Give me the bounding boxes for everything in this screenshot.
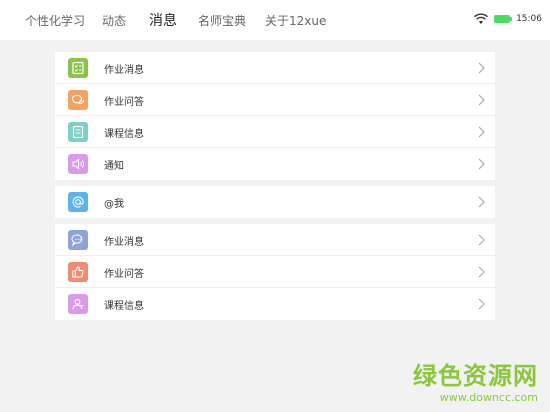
chevron-right-icon (478, 94, 485, 106)
checklist-icon (68, 58, 88, 78)
list-item-label: 作业消息 (104, 65, 144, 76)
notebook-icon (68, 122, 88, 142)
list-item[interactable]: 通知 (55, 148, 495, 180)
battery-icon (494, 15, 513, 23)
message-group-2: @我 (55, 186, 495, 218)
list-item-label: 课程信息 (104, 301, 144, 312)
watermark: 绿色资源网 www.downcc.com (413, 356, 538, 404)
chevron-right-icon (478, 298, 485, 310)
status-bar: 15:06 (474, 13, 542, 25)
watermark-title: 绿色资源网 (413, 362, 538, 390)
list-item[interactable]: 课程信息 (55, 116, 495, 148)
list-item-label: 通知 (104, 161, 124, 172)
list-item-label: 作业问答 (104, 97, 144, 108)
chevron-right-icon (478, 126, 485, 138)
chevron-right-icon (478, 234, 485, 246)
clock: 15:06 (516, 14, 542, 24)
thumbs-up-icon (68, 262, 88, 282)
chat-bubble-icon (68, 90, 88, 110)
list-item[interactable]: 作业问答 (55, 256, 495, 288)
message-group-1: 作业消息 作业问答 课程信息 通知 (55, 52, 495, 180)
chevron-right-icon (478, 62, 485, 74)
list-item[interactable]: 作业消息 (55, 52, 495, 84)
list-item[interactable]: 作业消息 (55, 224, 495, 256)
chevron-right-icon (478, 266, 485, 278)
message-group-3: 作业消息 作业问答 课程信息 (55, 224, 495, 320)
speaker-icon (68, 154, 88, 174)
top-nav-bar: 个性化学习 动态 消息 名师宝典 关于12xue 15:06 (0, 0, 550, 40)
speech-bubble-icon (68, 230, 88, 250)
tab-personalized-learning[interactable]: 个性化学习 (25, 12, 85, 29)
list-item[interactable]: 课程信息 (55, 288, 495, 320)
list-item[interactable]: 作业问答 (55, 84, 495, 116)
watermark-url: www.downcc.com (439, 391, 538, 404)
list-item-label: 作业消息 (104, 237, 144, 248)
tab-messages[interactable]: 消息 (149, 10, 177, 30)
tab-about[interactable]: 关于12xue (265, 12, 326, 29)
list-item-label: 课程信息 (104, 129, 144, 140)
user-icon (68, 294, 88, 314)
list-item-label: 作业问答 (104, 269, 144, 280)
at-sign-icon (68, 192, 88, 212)
chevron-right-icon (478, 158, 485, 170)
tab-famous-teachers[interactable]: 名师宝典 (198, 12, 246, 29)
list-item-label: @我 (104, 199, 124, 210)
tab-dynamics[interactable]: 动态 (102, 12, 126, 29)
list-item[interactable]: @我 (55, 186, 495, 218)
chevron-right-icon (478, 196, 485, 208)
wifi-icon (474, 13, 489, 24)
